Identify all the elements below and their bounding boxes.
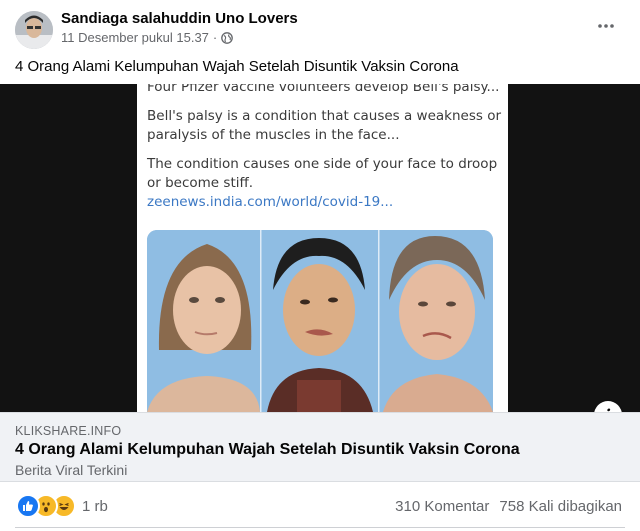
avatar-image bbox=[15, 11, 53, 49]
comment-count[interactable]: 310 Komentar bbox=[395, 498, 489, 515]
image-text-line-3-text: The condition causes one side of your fa… bbox=[147, 156, 498, 191]
globe-icon bbox=[221, 31, 234, 44]
image-text: Four Pfizer vaccine volunteers develop B… bbox=[147, 84, 502, 212]
post-header: Sandiaga salahuddin Uno Lovers 11 Desemb… bbox=[0, 0, 640, 56]
post-media[interactable]: Four Pfizer vaccine volunteers develop B… bbox=[0, 84, 640, 412]
more-options-icon[interactable] bbox=[592, 16, 620, 36]
author-avatar[interactable] bbox=[15, 11, 53, 49]
reaction-count[interactable]: 1 rb bbox=[82, 498, 108, 515]
image-text-line-3: The condition causes one side of your fa… bbox=[147, 155, 502, 212]
share-count[interactable]: 758 Kali dibagikan bbox=[499, 498, 622, 515]
link-preview[interactable]: KLIKSHARE.INFO 4 Orang Alami Kelumpuhan … bbox=[0, 412, 640, 482]
actions-divider bbox=[15, 527, 625, 528]
reactions-summary[interactable]: 1 rb bbox=[16, 494, 108, 518]
author-name[interactable]: Sandiaga salahuddin Uno Lovers bbox=[61, 10, 298, 27]
link-domain: KLIKSHARE.INFO bbox=[15, 424, 122, 438]
post-timestamp[interactable]: 11 Desember pukul 15.37 bbox=[61, 30, 209, 45]
image-text-line-2: Bell's palsy is a condition that causes … bbox=[147, 108, 502, 143]
like-icon bbox=[16, 494, 40, 518]
engagement-counts: 310 Komentar 758 Kali dibagikan bbox=[395, 498, 622, 515]
facebook-post: Sandiaga salahuddin Uno Lovers 11 Desemb… bbox=[0, 0, 640, 531]
post-caption: 4 Orang Alami Kelumpuhan Wajah Setelah D… bbox=[15, 58, 459, 75]
meta-separator: · bbox=[212, 30, 218, 45]
image-text-line-1: Four Pfizer vaccine volunteers develop B… bbox=[147, 84, 500, 95]
link-title[interactable]: 4 Orang Alami Kelumpuhan Wajah Setelah D… bbox=[15, 441, 520, 459]
post-stats: 1 rb 310 Komentar 758 Kali dibagikan bbox=[0, 490, 640, 524]
image-source-link: zeenews.india.com/world/covid-19... bbox=[147, 194, 394, 210]
info-icon[interactable]: i bbox=[594, 401, 622, 412]
post-meta: 11 Desember pukul 15.37 · bbox=[61, 30, 234, 45]
link-subtitle: Berita Viral Terkini bbox=[15, 462, 128, 478]
shared-image-card: Four Pfizer vaccine volunteers develop B… bbox=[137, 84, 508, 412]
faces-photo bbox=[147, 230, 493, 412]
